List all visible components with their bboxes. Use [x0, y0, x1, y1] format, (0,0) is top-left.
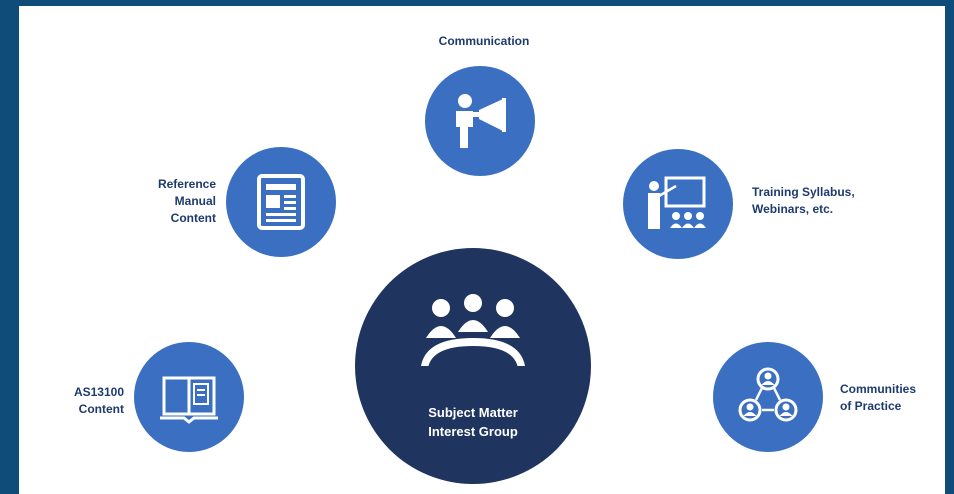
label-as13100: AS13100 Content	[73, 385, 124, 416]
newspaper-icon	[257, 174, 305, 230]
diagram-panel: Communication Reference Manual Content T…	[19, 6, 945, 494]
label-communication: Communication	[438, 34, 530, 48]
node-training	[623, 149, 733, 259]
node-communities	[713, 342, 823, 452]
network-people-icon	[738, 367, 798, 422]
open-book-icon	[160, 376, 218, 424]
node-center: Subject Matter Interest Group	[355, 248, 591, 484]
node-communication	[425, 66, 535, 176]
center-label: Subject Matter Interest Group	[428, 405, 518, 439]
presentation-icon	[648, 176, 706, 229]
meeting-table-icon	[421, 294, 525, 368]
label-training: Training Syllabus, Webinars, etc.	[752, 185, 855, 216]
megaphone-person-icon	[456, 94, 506, 148]
node-as13100	[134, 342, 244, 452]
label-communities: Communities of Practice	[840, 382, 917, 413]
node-reference	[226, 147, 336, 257]
label-reference: Reference Manual Content	[157, 177, 216, 225]
